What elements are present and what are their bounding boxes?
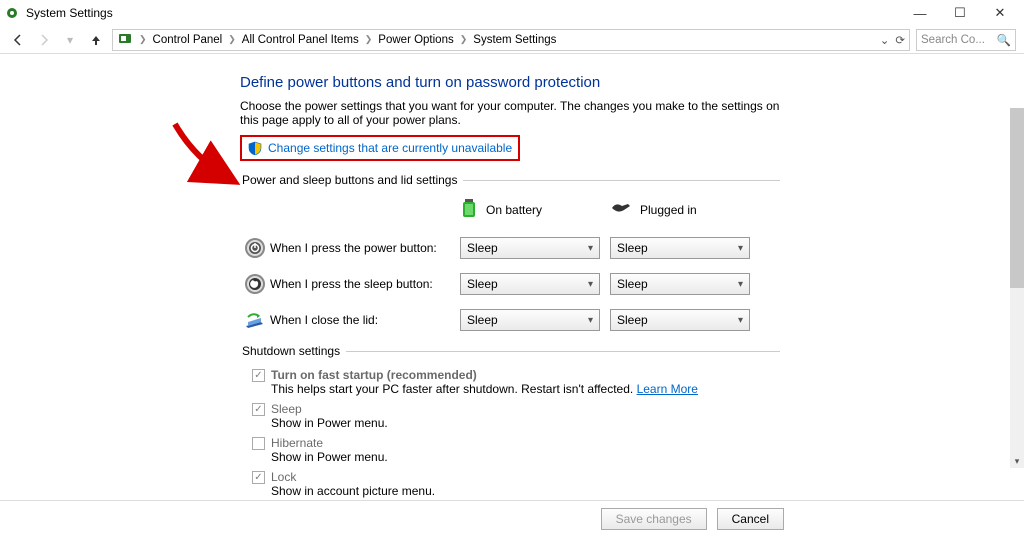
hibernate-checkbox[interactable]: [252, 437, 265, 450]
search-icon: 🔍: [997, 33, 1011, 47]
plug-icon: [610, 200, 632, 219]
sleep-option: ✓ Sleep Show in Power menu.: [252, 402, 780, 430]
sleep-button-plugged-select[interactable]: Sleep: [610, 273, 750, 295]
navigation-bar: ▾ ❯ Control Panel ❯ All Control Panel It…: [0, 26, 1024, 54]
scrollbar-thumb[interactable]: [1010, 108, 1024, 288]
sleep-checkbox[interactable]: ✓: [252, 403, 265, 416]
search-input[interactable]: Search Co... 🔍: [916, 29, 1016, 51]
change-settings-highlight: Change settings that are currently unava…: [240, 135, 520, 161]
sleep-button-row: When I press the sleep button: Sleep Sle…: [240, 266, 780, 302]
cancel-button[interactable]: Cancel: [717, 508, 784, 530]
vertical-scrollbar[interactable]: ▴ ▾: [1010, 108, 1024, 468]
column-header-plugged: Plugged in: [610, 197, 760, 222]
power-button-row: When I press the power button: Sleep Sle…: [240, 230, 780, 266]
close-button[interactable]: ✕: [980, 1, 1020, 25]
power-button-battery-select[interactable]: Sleep: [460, 237, 600, 259]
lock-option: ✓ Lock Show in account picture menu.: [252, 470, 780, 498]
content-area: Define power buttons and turn on passwor…: [0, 54, 1024, 504]
page-title: Define power buttons and turn on passwor…: [240, 74, 780, 91]
chevron-right-icon[interactable]: ❯: [224, 34, 240, 45]
app-icon: [4, 5, 20, 21]
breadcrumb-item[interactable]: Control Panel: [153, 34, 223, 46]
address-dropdown-button[interactable]: ⌄: [880, 33, 890, 47]
power-buttons-section: Power and sleep buttons and lid settings…: [240, 173, 780, 338]
learn-more-link[interactable]: Learn More: [637, 382, 698, 396]
minimize-button[interactable]: —: [900, 1, 940, 25]
chevron-right-icon[interactable]: ❯: [135, 34, 151, 45]
search-placeholder: Search Co...: [921, 34, 985, 46]
breadcrumb-item[interactable]: System Settings: [473, 34, 556, 46]
chevron-right-icon[interactable]: ❯: [361, 34, 377, 45]
hibernate-option: Hibernate Show in Power menu.: [252, 436, 780, 464]
maximize-button[interactable]: ☐: [940, 1, 980, 25]
lid-plugged-select[interactable]: Sleep: [610, 309, 750, 331]
power-button-icon: [240, 236, 270, 260]
forward-button[interactable]: [34, 30, 54, 50]
change-settings-link[interactable]: Change settings that are currently unava…: [268, 141, 512, 155]
sleep-button-battery-select[interactable]: Sleep: [460, 273, 600, 295]
fast-startup-desc: This helps start your PC faster after sh…: [271, 382, 780, 396]
section-legend: Shutdown settings: [240, 344, 346, 358]
section-legend: Power and sleep buttons and lid settings: [240, 173, 463, 187]
lock-checkbox[interactable]: ✓: [252, 471, 265, 484]
footer-bar: Save changes Cancel: [0, 500, 1024, 536]
window-title: System Settings: [26, 6, 113, 20]
title-bar: System Settings — ☐ ✕: [0, 0, 1024, 26]
shield-icon: [248, 141, 262, 155]
annotation-arrow: [170, 119, 240, 189]
save-changes-button[interactable]: Save changes: [601, 508, 707, 530]
lid-icon: [240, 308, 270, 332]
fast-startup-checkbox[interactable]: ✓: [252, 369, 265, 382]
address-bar[interactable]: ❯ Control Panel ❯ All Control Panel Item…: [112, 29, 910, 51]
refresh-button[interactable]: ⟳: [895, 33, 905, 47]
shutdown-settings-section: Shutdown settings ✓ Turn on fast startup…: [240, 344, 780, 504]
address-icon: [117, 30, 133, 49]
power-button-plugged-select[interactable]: Sleep: [610, 237, 750, 259]
back-button[interactable]: [8, 30, 28, 50]
lid-battery-select[interactable]: Sleep: [460, 309, 600, 331]
page-subtitle: Choose the power settings that you want …: [240, 99, 780, 127]
up-button[interactable]: [86, 30, 106, 50]
lid-row: When I close the lid: Sleep Sleep: [240, 302, 780, 338]
breadcrumb-item[interactable]: Power Options: [378, 34, 453, 46]
column-header-battery: On battery: [460, 197, 610, 222]
chevron-right-icon[interactable]: ❯: [456, 34, 472, 45]
fast-startup-option: ✓ Turn on fast startup (recommended) Thi…: [252, 368, 780, 396]
sleep-button-icon: [240, 272, 270, 296]
recent-locations-button[interactable]: ▾: [60, 30, 80, 50]
battery-icon: [460, 197, 478, 222]
breadcrumb-item[interactable]: All Control Panel Items: [242, 34, 359, 46]
scroll-down-button[interactable]: ▾: [1010, 454, 1024, 468]
